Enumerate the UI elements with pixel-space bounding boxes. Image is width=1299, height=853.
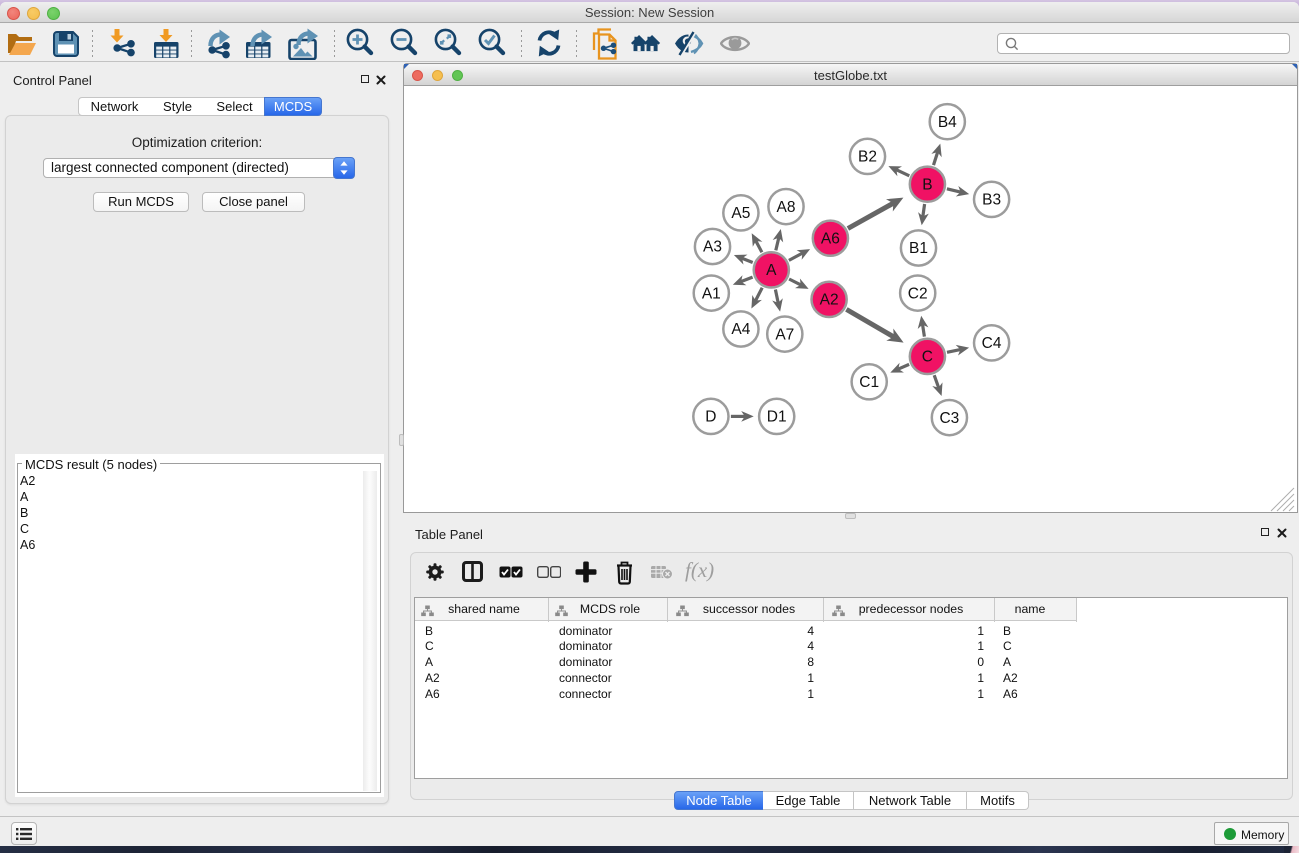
svg-text:A3: A3 [703, 239, 722, 256]
svg-text:D: D [705, 409, 716, 426]
svg-text:A: A [766, 262, 777, 279]
svg-text:B3: B3 [982, 192, 1001, 209]
svg-text:A4: A4 [731, 321, 750, 338]
svg-text:A1: A1 [702, 285, 721, 302]
svg-text:A8: A8 [777, 199, 796, 216]
svg-text:A2: A2 [820, 292, 839, 309]
svg-text:C1: C1 [859, 374, 879, 391]
svg-text:C2: C2 [908, 285, 928, 302]
svg-text:A7: A7 [775, 326, 794, 343]
svg-text:B4: B4 [938, 114, 957, 131]
svg-text:B2: B2 [858, 149, 877, 166]
svg-text:D1: D1 [767, 409, 787, 426]
svg-text:A6: A6 [821, 230, 840, 247]
svg-text:B: B [922, 176, 932, 193]
svg-text:C4: C4 [982, 335, 1002, 352]
svg-text:B1: B1 [909, 240, 928, 257]
svg-text:C: C [922, 349, 933, 366]
svg-text:C3: C3 [939, 410, 959, 427]
svg-text:A5: A5 [731, 205, 750, 222]
